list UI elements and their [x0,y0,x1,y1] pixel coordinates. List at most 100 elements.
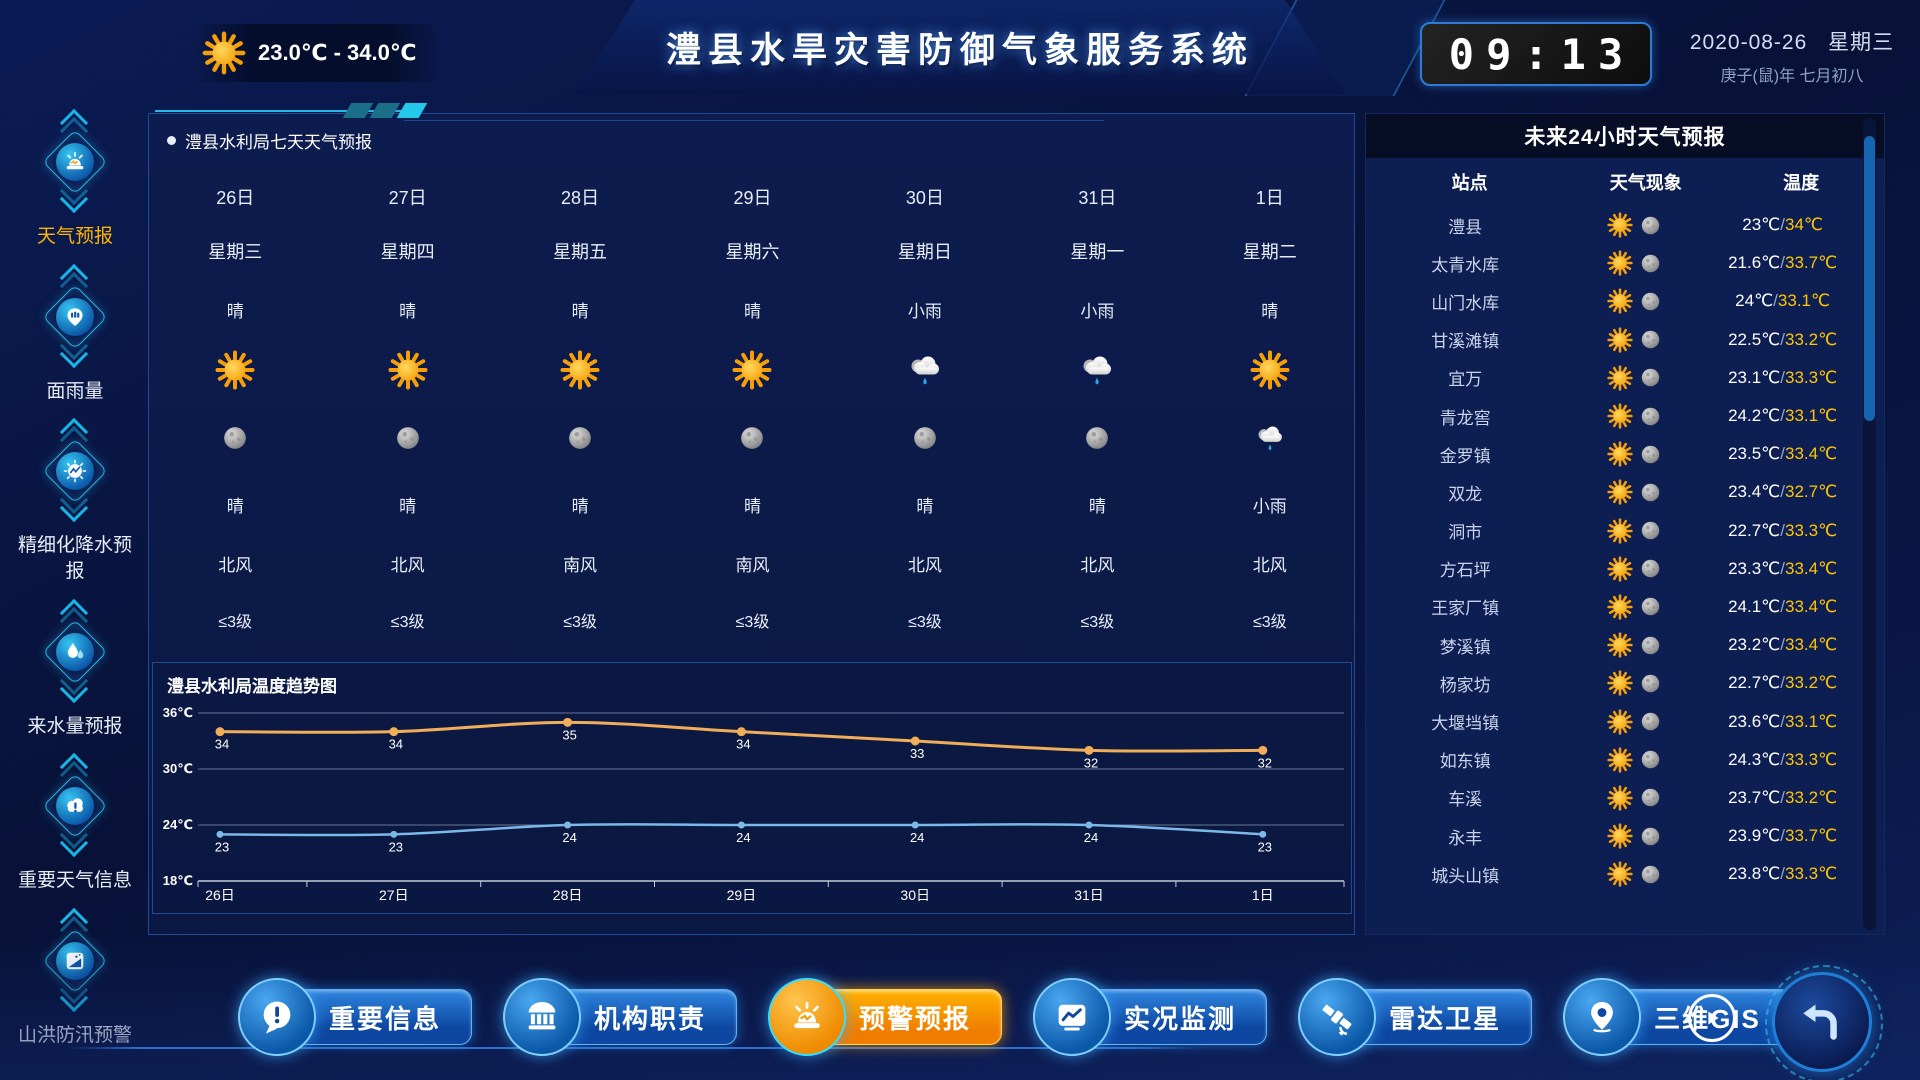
wind-level: ≤3级 [391,592,425,648]
svg-text:24: 24 [736,830,750,845]
night-weather-text: 晴 [1089,474,1106,534]
seven-day-forecast-title: 澧县水利局七天天气预报 [167,128,372,153]
station-name: 洞市 [1366,518,1564,543]
forecast-weekday: 星期五 [553,222,607,280]
weather-icons [1564,861,1703,887]
nav-items: 重要信息机构职责 预警预报 实况监测 雷达卫星 三维GIS [238,978,1792,1056]
nav-item-4[interactable]: 实况监测 [1033,978,1267,1056]
return-arrow-icon [1796,996,1848,1048]
return-button[interactable] [1772,972,1872,1072]
station-name: 大堰垱镇 [1366,709,1564,734]
play-button[interactable] [1688,994,1736,1042]
moon-icon [1640,635,1661,656]
wind-level: ≤3级 [1253,592,1287,648]
high-temp: 34℃ [1785,215,1823,234]
panel-top-stripes [347,103,423,118]
low-temp: 23.2℃ [1728,635,1780,654]
info-bubble-icon [257,997,297,1037]
station-name: 太青水库 [1366,251,1564,276]
scrollbar-track[interactable] [1863,118,1876,930]
station-name: 王家厂镇 [1366,594,1564,619]
forecast-date: 1日 [1256,172,1284,222]
station-name: 山门水库 [1366,289,1564,314]
temperature-range: 24.3℃/33.3℃ [1703,750,1862,770]
weather-icons [1564,785,1703,811]
wind-direction: 南风 [563,534,597,592]
forecast-day-column-4: 29日星期六晴晴南风≤3级 [666,172,838,648]
sun-icon [1607,709,1633,735]
forecast-day-column-5: 30日星期日小雨晴北风≤3级 [839,172,1011,648]
temperature-chart-svg: 36℃30℃24℃18℃26日27日28日29日30日31日1日34343534… [153,663,1351,913]
nav-item-2[interactable]: 机构职责 [503,978,737,1056]
low-temp: 21.6℃ [1728,253,1780,272]
forecast-24h-row-13: 杨家坊22.7℃/33.2℃ [1366,664,1862,702]
moon-icon [1640,596,1661,617]
sun-icon [1607,212,1633,238]
nav-item-label: 雷达卫星 [1389,999,1501,1036]
svg-text:18℃: 18℃ [163,873,193,888]
temperature-range: 24.2℃/33.1℃ [1703,406,1862,426]
sun-icon [388,338,428,402]
sun-icon [1607,861,1633,887]
forecast-24h-row-6: 青龙窖 24.2℃/33.1℃ [1366,397,1862,435]
sun-icon [1607,785,1633,811]
station-name: 青龙窖 [1366,404,1564,429]
nav-item-label: 预警预报 [859,999,971,1036]
temperature-range: 23℃/34℃ [1703,215,1862,235]
day-weather-text: 小雨 [1080,280,1114,338]
svg-text:34: 34 [389,737,403,752]
sidebar-item-4[interactable]: 来水量预报 [27,602,122,740]
wind-level: ≤3级 [1081,592,1115,648]
sun-icon [202,31,246,75]
forecast-24h-row-11: 王家厂镇24.1℃/33.4℃ [1366,588,1862,626]
day-weather-text: 晴 [227,280,244,338]
nav-item-6[interactable]: 三维GIS [1563,978,1792,1056]
page-title: 澧县水旱灾害防御气象服务系统 [666,22,1254,73]
forecast-24h-row-5: 宜万23.1℃/33.3℃ [1366,359,1862,397]
forecast-day-column-3: 28日星期五晴晴南风≤3级 [494,172,666,648]
moon-icon [1084,402,1110,474]
sidebar-item-label: 精细化降水预报 [11,533,139,584]
forecast-24h-rows: 澧县23℃/34℃太青水库21.6℃/33.7℃山门水库24℃/33.1℃甘溪滩… [1366,206,1862,932]
low-temp: 23.3℃ [1728,559,1780,578]
moon-icon [567,402,593,474]
high-temp: 33.1℃ [1785,712,1837,731]
station-name: 如东镇 [1366,747,1564,772]
high-temp: 33.4℃ [1785,444,1837,463]
sidebar-item-5[interactable]: 重要天气信息 [18,756,132,894]
temp-range-text: 23.0℃ - 34.0℃ [258,40,416,66]
map-pin-icon [1582,997,1622,1037]
siren-icon [787,997,827,1037]
fine-rain-icon [62,458,88,484]
sidebar-item-2[interactable]: 面雨量 [46,267,103,405]
svg-text:23: 23 [215,839,229,854]
nav-item-5[interactable]: 雷达卫星 [1298,978,1532,1056]
forecast-24h-row-9: 洞市22.7℃/33.3℃ [1366,512,1862,550]
moon-icon [1640,749,1661,770]
wind-direction: 北风 [218,534,252,592]
wind-level: ≤3级 [908,592,942,648]
weekday-text: 星期三 [1828,31,1894,54]
wind-level: ≤3级 [218,592,252,648]
weather-icons [1564,288,1703,314]
sidebar-item-3[interactable]: 精细化降水预报 [11,421,139,584]
night-weather-text: 晴 [916,474,933,534]
low-temp: 24.2℃ [1728,406,1780,425]
low-temp: 23.6℃ [1728,712,1780,731]
low-temp: 23.5℃ [1728,444,1780,463]
scrollbar-thumb[interactable] [1864,136,1875,421]
forecast-24h-row-4: 甘溪滩镇22.5℃/33.2℃ [1366,321,1862,359]
high-temp: 33.3℃ [1785,368,1837,387]
sun-icon [1607,594,1633,620]
seven-day-forecast-grid: 26日星期三晴晴北风≤3级27日星期四晴晴北风≤3级28日星期五晴晴南风≤3级2… [149,172,1356,648]
nav-item-1[interactable]: 重要信息 [238,978,472,1056]
sidebar-item-1[interactable]: 天气预报 [37,112,113,250]
header-temp-chip: 23.0℃ - 34.0℃ [190,24,440,82]
col-header-weather: 天气现象 [1573,169,1718,195]
weather-icons [1564,709,1703,735]
nav-item-3[interactable]: 预警预报 [768,978,1002,1056]
svg-text:26日: 26日 [205,887,235,903]
forecast-24h-column-headers: 站点 天气现象 温度 [1366,158,1884,206]
weather-icons [1564,441,1703,467]
sun-icon [1607,670,1633,696]
